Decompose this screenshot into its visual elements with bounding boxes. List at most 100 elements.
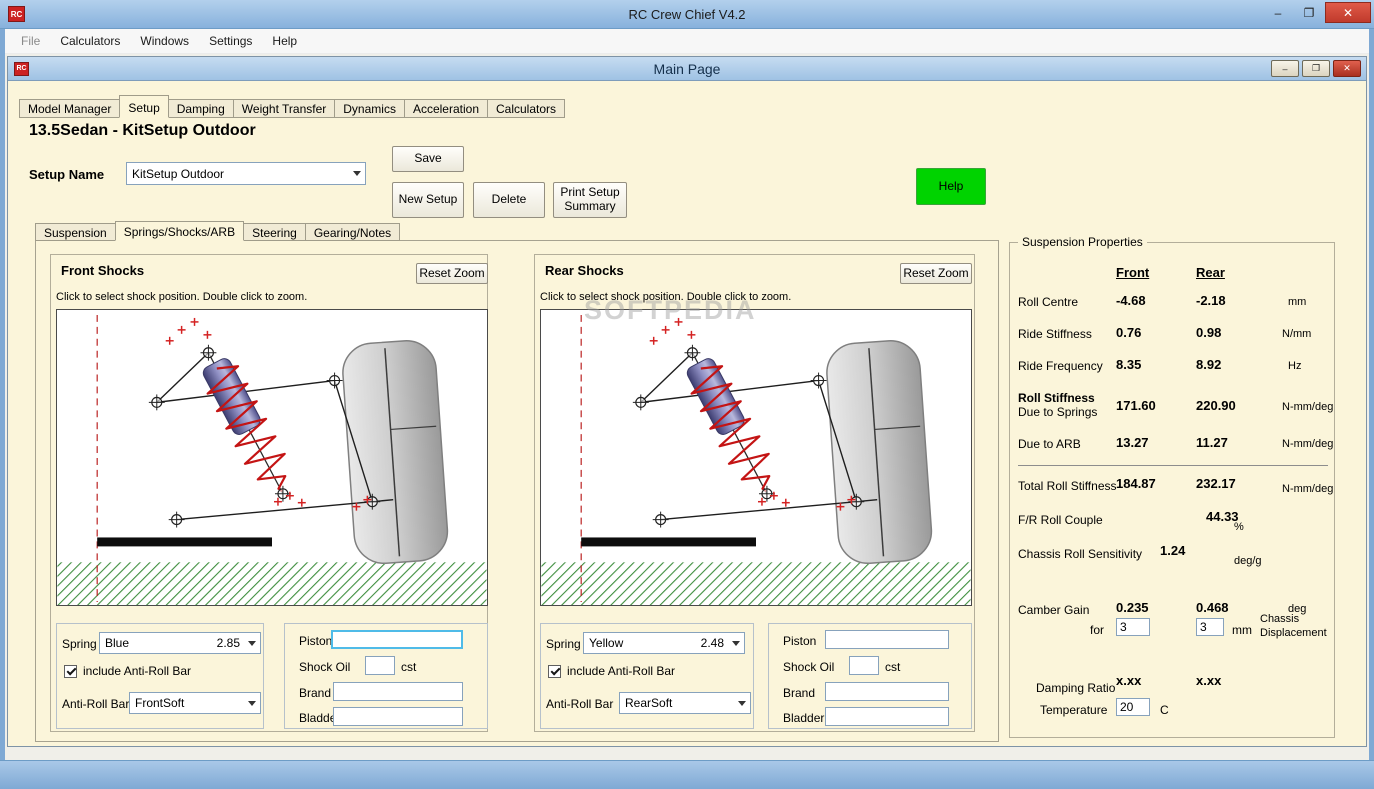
prop-displacement-front-input[interactable] (1116, 618, 1150, 636)
front-shock-oil-label: Shock Oil (299, 660, 351, 674)
prop-ride-frequency-unit: Hz (1288, 360, 1302, 372)
menu-help[interactable]: Help (262, 30, 307, 52)
prop-chassis-roll-sensitivity-unit: deg/g (1234, 555, 1262, 567)
prop-temperature-label: Temperature (1040, 703, 1108, 717)
mdi-area: RC Main Page – ❐ ✕ Model Manager Setup D… (5, 54, 1369, 760)
rear-include-arb-label: include Anti-Roll Bar (567, 664, 676, 678)
front-include-arb-label: include Anti-Roll Bar (83, 664, 192, 678)
close-icon[interactable]: ✕ (1325, 2, 1371, 23)
chevron-down-icon (733, 693, 750, 713)
save-button[interactable]: Save (392, 146, 464, 172)
front-shock-oil-unit: cst (401, 660, 417, 674)
front-shock-diagram (57, 310, 487, 605)
front-include-arb-checkbox[interactable] (64, 664, 77, 678)
rear-shocks-group: Rear Shocks Reset Zoom Click to select s… (534, 254, 975, 732)
front-shocks-title: Front Shocks (61, 263, 145, 278)
front-spring-select[interactable]: Blue 2.85 (99, 632, 261, 654)
prop-total-roll-stiffness-label: Total Roll Stiffness (1018, 479, 1117, 493)
tab-dynamics[interactable]: Dynamics (334, 99, 405, 118)
rear-shocks-title: Rear Shocks (545, 263, 624, 278)
menu-calculators[interactable]: Calculators (50, 30, 130, 52)
prop-ride-frequency-rear: 8.92 (1196, 357, 1222, 372)
help-button[interactable]: Help (916, 168, 986, 205)
titlebar: RC RC Crew Chief V4.2 – ❐ ✕ (0, 0, 1374, 29)
properties-divider (1018, 465, 1328, 466)
front-shock-oil-input[interactable] (365, 656, 395, 675)
menu-file[interactable]: File (11, 30, 50, 52)
rear-spring-select[interactable]: Yellow 2.48 (583, 632, 745, 654)
tab-weight-transfer[interactable]: Weight Transfer (232, 99, 336, 118)
tab-acceleration[interactable]: Acceleration (403, 99, 488, 118)
prop-fr-roll-couple-unit: % (1234, 521, 1244, 533)
tab-calculators[interactable]: Calculators (487, 99, 566, 118)
rear-arb-select[interactable]: RearSoft (619, 692, 751, 714)
main-tab-strip: Model Manager Setup Damping Weight Trans… (19, 95, 566, 118)
rear-brand-input[interactable] (825, 682, 949, 701)
prop-ride-stiffness-label: Ride Stiffness (1018, 327, 1092, 341)
chevron-down-icon (348, 163, 365, 184)
prop-due-to-springs-unit: N-mm/deg (1282, 401, 1334, 413)
rear-piston-label: Piston (783, 634, 817, 648)
front-reset-zoom-button[interactable]: Reset Zoom (416, 263, 488, 284)
prop-fr-roll-couple-label: F/R Roll Couple (1018, 513, 1103, 527)
main-page-controls: – ❐ ✕ (1271, 60, 1361, 77)
front-brand-label: Brand (299, 686, 332, 700)
tab-suspension[interactable]: Suspension (35, 223, 116, 241)
main-page-client: Model Manager Setup Damping Weight Trans… (8, 82, 1366, 746)
child-close-icon[interactable]: ✕ (1333, 60, 1361, 77)
setup-sub-tab-strip: Suspension Springs/Shocks/ARB Steering G… (35, 221, 401, 241)
prop-camber-gain-front: 0.235 (1116, 600, 1149, 615)
window-bottom-frame (0, 760, 1374, 789)
child-maximize-icon[interactable]: ❐ (1302, 60, 1330, 77)
prop-due-to-springs-front: 171.60 (1116, 398, 1156, 413)
rear-shock-canvas[interactable] (540, 309, 972, 606)
prop-damping-ratio-front: x.xx (1116, 673, 1142, 688)
prop-damping-ratio-label: Damping Ratio (1036, 681, 1116, 695)
prop-displacement-rear-input[interactable] (1196, 618, 1224, 636)
prop-displacement-unit: mm (1232, 623, 1252, 637)
rear-reset-zoom-button[interactable]: Reset Zoom (900, 263, 972, 284)
prop-rear-header: Rear (1196, 265, 1225, 280)
rear-shock-details-box: Piston Shock Oil cst Brand Bladder (768, 623, 972, 729)
front-shocks-group: Front Shocks Reset Zoom Click to select … (50, 254, 488, 732)
minimize-icon[interactable]: – (1263, 2, 1293, 23)
prop-temperature-input[interactable] (1116, 698, 1150, 716)
new-setup-button[interactable]: New Setup (392, 182, 464, 218)
front-include-arb-row: include Anti-Roll Bar (64, 664, 191, 678)
prop-temperature-unit: C (1160, 703, 1169, 717)
rear-piston-input[interactable] (825, 630, 949, 649)
front-brand-input[interactable] (333, 682, 463, 701)
chevron-down-icon (243, 633, 260, 653)
print-setup-summary-button[interactable]: Print Setup Summary (553, 182, 627, 218)
rear-include-arb-checkbox[interactable] (548, 664, 561, 678)
child-minimize-icon[interactable]: – (1271, 60, 1299, 77)
rear-shock-oil-input[interactable] (849, 656, 879, 675)
maximize-icon[interactable]: ❐ (1294, 2, 1324, 23)
front-piston-input[interactable] (331, 630, 463, 649)
window-controls: – ❐ ✕ (1263, 2, 1371, 23)
tab-damping[interactable]: Damping (167, 99, 234, 118)
setup-name-label: Setup Name (29, 167, 105, 182)
rear-bladder-input[interactable] (825, 707, 949, 726)
front-shock-canvas[interactable] (56, 309, 488, 606)
front-bladder-input[interactable] (333, 707, 463, 726)
prop-ride-frequency-front: 8.35 (1116, 357, 1142, 372)
springs-shocks-tab-page: Front Shocks Reset Zoom Click to select … (35, 240, 999, 742)
menu-windows[interactable]: Windows (130, 30, 199, 52)
delete-button[interactable]: Delete (473, 182, 545, 218)
app-icon-text: RC (10, 9, 23, 19)
prop-ride-stiffness-unit: N/mm (1282, 328, 1312, 340)
prop-roll-stiffness-header: Roll Stiffness (1018, 391, 1095, 405)
tab-steering[interactable]: Steering (243, 223, 306, 241)
tab-springs-shocks-arb[interactable]: Springs/Shocks/ARB (114, 221, 245, 241)
rear-shocks-hint: Click to select shock position. Double c… (540, 291, 792, 303)
tab-model-manager[interactable]: Model Manager (19, 99, 121, 118)
front-arb-select[interactable]: FrontSoft (129, 692, 261, 714)
rear-bladder-label: Bladder (783, 711, 825, 725)
tab-gearing-notes[interactable]: Gearing/Notes (304, 223, 401, 241)
rear-shock-oil-unit: cst (885, 660, 901, 674)
suspension-properties-title: Suspension Properties (1018, 235, 1147, 249)
tab-setup[interactable]: Setup (119, 95, 169, 118)
menu-settings[interactable]: Settings (199, 30, 262, 52)
setup-name-select[interactable]: KitSetup Outdoor (126, 162, 366, 185)
